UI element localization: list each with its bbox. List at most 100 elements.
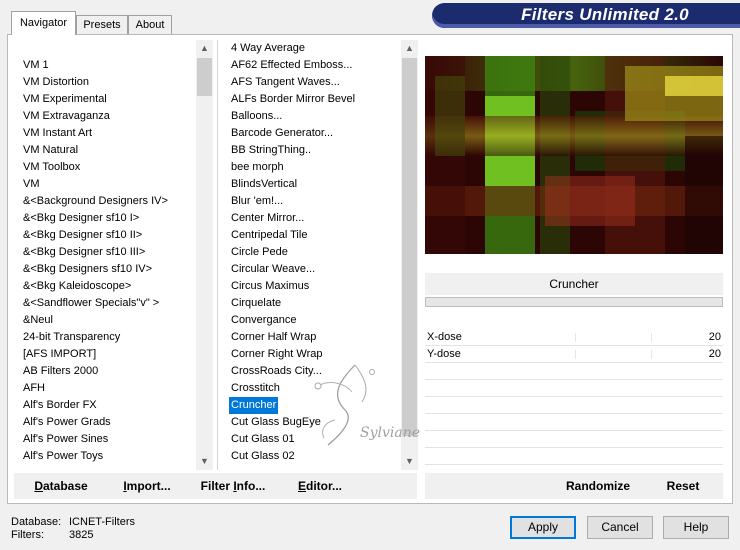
editor-button[interactable]: Editor... <box>297 477 343 495</box>
category-list-item[interactable]: VM Instant Art <box>21 125 94 142</box>
filter-list-item[interactable]: ALFs Border Mirror Bevel <box>229 91 357 108</box>
category-list-item[interactable]: [AFS IMPORT] <box>21 346 98 363</box>
import-button[interactable]: Import... <box>120 477 174 495</box>
scroll-thumb[interactable] <box>402 58 417 436</box>
database-status-value: ICNET-Filters <box>69 516 135 528</box>
filter-list-item[interactable]: Cut Glass 01 <box>229 431 297 448</box>
param-row-xdose[interactable]: X-dose 20 <box>425 329 723 346</box>
filter-list-item[interactable]: Cirquelate <box>229 295 283 312</box>
category-list-item[interactable]: VM Extravaganza <box>21 108 112 125</box>
filter-list-item[interactable]: Blur 'em!... <box>229 193 285 210</box>
slider-tick <box>651 333 652 342</box>
button-label: ditor... <box>306 479 342 493</box>
filter-list-item[interactable]: 4 Way Average <box>229 40 307 57</box>
app-title: Filters Unlimited 2.0 <box>521 5 689 24</box>
tab-navigator[interactable]: Navigator <box>11 11 76 35</box>
category-list-item[interactable]: &<Bkg Designer sf10 III> <box>21 244 147 261</box>
category-list-item[interactable]: VM Natural <box>21 142 80 159</box>
category-list-item[interactable]: VM Distortion <box>21 74 91 91</box>
apply-button[interactable]: Apply <box>510 516 576 539</box>
slider-tick <box>575 350 576 359</box>
scroll-thumb[interactable] <box>197 58 212 96</box>
tab-navigator-label: Navigator <box>19 17 68 29</box>
filter-list[interactable]: 4 Way Average AF62 Effected Emboss... AFS … <box>229 40 401 470</box>
category-list-item[interactable]: &<Bkg Designer sf10 I> <box>21 210 141 227</box>
tab-about-label: About <box>135 19 165 31</box>
category-list-item[interactable]: Alf's Power Sines <box>21 431 110 448</box>
preview-pattern <box>425 56 723 254</box>
filter-list-item[interactable]: AFS Tangent Waves... <box>229 74 342 91</box>
database-status-label: Database: <box>11 516 62 528</box>
param-row-empty <box>425 380 723 397</box>
filter-list-item[interactable]: Circle Pede <box>229 244 290 261</box>
filter-list-item[interactable]: Circular Weave... <box>229 261 317 278</box>
filter-list-item[interactable]: bee morph <box>229 159 286 176</box>
filter-list-item[interactable]: BB StringThing.. <box>229 142 313 159</box>
filter-list-item[interactable]: Center Mirror... <box>229 210 306 227</box>
category-list-item[interactable]: &Neul <box>21 312 55 329</box>
category-list-item[interactable]: Alf's Power Grads <box>21 414 113 431</box>
filter-list-item[interactable]: Cut Glass 02 <box>229 448 297 465</box>
scroll-down-icon[interactable]: ▼ <box>401 453 418 470</box>
filter-list-item[interactable]: Corner Half Wrap <box>229 329 318 346</box>
category-list-item[interactable]: Alf's Border FX <box>21 397 99 414</box>
filter-list-item[interactable]: Circus Maximus <box>229 278 311 295</box>
watermark-text: Sylviane <box>360 425 421 441</box>
button-label: nfo... <box>236 479 266 493</box>
category-list-item[interactable]: Alf's Power Toys <box>21 448 105 465</box>
filter-list-item[interactable]: Balloons... <box>229 108 284 125</box>
help-button[interactable]: Help <box>663 516 729 539</box>
current-filter-name: Cruncher <box>425 273 723 295</box>
param-row-ydose[interactable]: Y-dose 20 <box>425 346 723 363</box>
filter-list-item[interactable]: Cruncher <box>229 397 279 414</box>
filter-list-item[interactable]: AF62 Effected Emboss... <box>229 57 354 74</box>
accel-key: D <box>34 479 43 493</box>
scroll-up-icon[interactable]: ▲ <box>196 40 213 57</box>
tab-presets[interactable]: Presets <box>76 15 128 34</box>
category-list-item[interactable]: 24-bit Transparency <box>21 329 122 346</box>
tab-about[interactable]: About <box>128 15 172 34</box>
filter-list-item[interactable]: Crosstitch <box>229 380 282 397</box>
filter-list-item[interactable]: Convergance <box>229 312 298 329</box>
scroll-down-icon[interactable]: ▼ <box>196 453 213 470</box>
category-list-item[interactable]: AFH <box>21 380 47 397</box>
button-label: mport... <box>126 479 171 493</box>
filter-list-item[interactable]: Centripedal Tile <box>229 227 309 244</box>
category-list-item[interactable]: AB Filters 2000 <box>21 363 100 380</box>
param-row-empty <box>425 414 723 431</box>
cancel-button[interactable]: Cancel <box>587 516 653 539</box>
scroll-up-icon[interactable]: ▲ <box>401 40 418 57</box>
param-row-empty <box>425 363 723 380</box>
category-list-item[interactable]: VM 1 <box>21 57 51 74</box>
param-value: 20 <box>708 348 721 360</box>
category-list-item[interactable]: VM <box>21 176 42 193</box>
param-label: Y-dose <box>427 348 461 360</box>
category-list-item[interactable]: VM Toolbox <box>21 159 82 176</box>
category-list-item[interactable]: &<Background Designers IV> <box>21 193 170 210</box>
button-label: atabase <box>42 479 88 493</box>
filter-list-item[interactable]: CrossRoads City... <box>229 363 324 380</box>
category-list-item[interactable]: &<Bkg Designers sf10 IV> <box>21 261 154 278</box>
filters-count-value: 3825 <box>69 529 94 541</box>
filter-scrollbar[interactable]: ▲ ▼ <box>401 40 418 470</box>
category-list-item[interactable]: &<Bkg Designer sf10 II> <box>21 227 144 244</box>
filter-list-item[interactable]: Corner Right Wrap <box>229 346 325 363</box>
param-label: X-dose <box>427 331 462 343</box>
slider-tick <box>575 333 576 342</box>
filter-list-item[interactable]: Cut Glass BugEye <box>229 414 323 431</box>
param-value: 20 <box>708 331 721 343</box>
category-list-item[interactable]: &<Bkg Kaleidoscope> <box>21 278 133 295</box>
progress-bar <box>425 297 723 307</box>
param-row-empty <box>425 431 723 448</box>
category-list-item[interactable]: VM Experimental <box>21 91 109 108</box>
randomize-button[interactable]: Randomize <box>562 477 634 495</box>
category-list[interactable]: VM 1 VM Distortion VM Experimental VM Extra… <box>21 57 196 470</box>
filter-list-item[interactable]: BlindsVertical <box>229 176 299 193</box>
database-button[interactable]: Database <box>30 477 92 495</box>
category-list-item[interactable]: &<Sandflower Specials"v" > <box>21 295 161 312</box>
filter-info-button[interactable]: Filter Info... <box>199 477 267 495</box>
category-scrollbar[interactable]: ▲ ▼ <box>196 40 213 470</box>
reset-button[interactable]: Reset <box>660 477 706 495</box>
filter-list-item[interactable]: Barcode Generator... <box>229 125 335 142</box>
tab-presets-label: Presets <box>83 19 121 31</box>
